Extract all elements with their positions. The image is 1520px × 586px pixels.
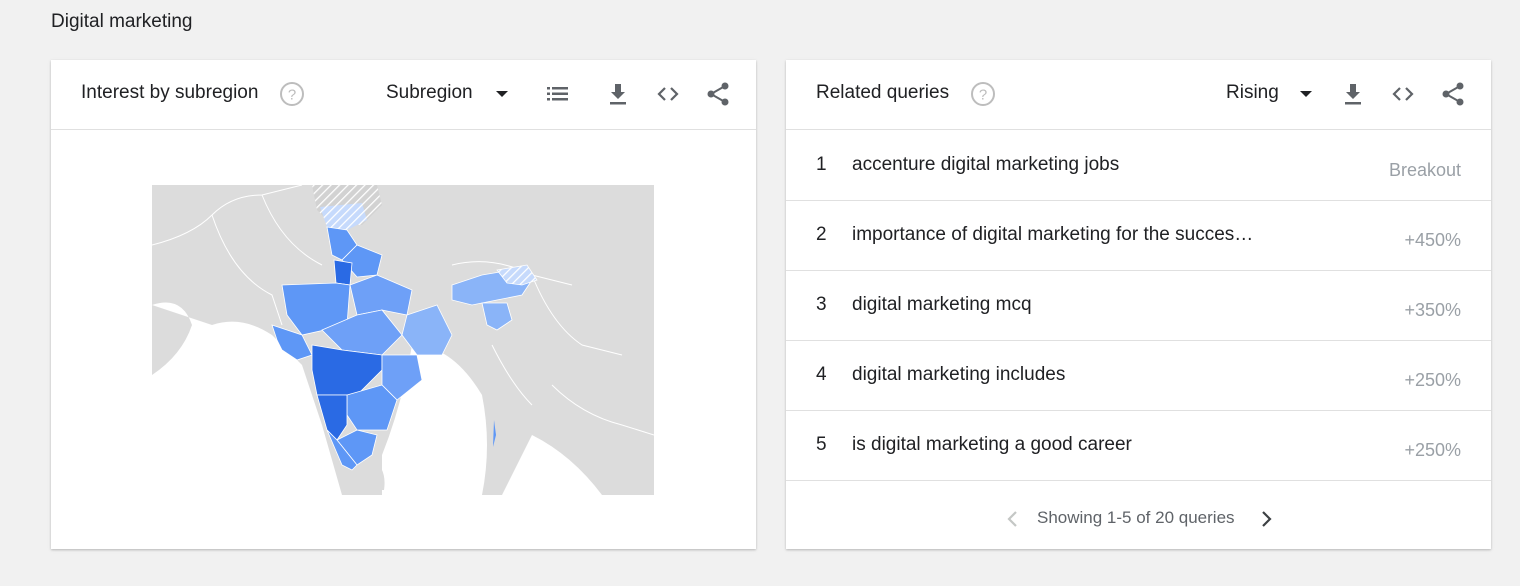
query-rank: 1 [816, 154, 827, 175]
rising-dropdown[interactable]: Rising [1226, 82, 1279, 104]
card-header: Interest by subregion ? Subregion [51, 60, 756, 130]
query-value: +450% [1404, 230, 1461, 250]
query-text[interactable]: digital marketing mcq [852, 294, 1032, 316]
chevron-left-icon[interactable] [1002, 508, 1024, 530]
query-text[interactable]: importance of digital marketing for the … [852, 224, 1253, 246]
query-rank: 5 [816, 434, 827, 455]
download-icon[interactable] [1340, 81, 1366, 107]
help-icon[interactable]: ? [279, 81, 305, 107]
query-text[interactable]: is digital marketing a good career [852, 434, 1132, 456]
query-rank: 2 [816, 224, 827, 245]
query-value: Breakout [1388, 160, 1461, 180]
pagination-text: Showing 1-5 of 20 queries [1037, 508, 1235, 527]
card-title: Interest by subregion [81, 82, 259, 103]
card-header: Related queries ? Rising [786, 60, 1491, 130]
query-row[interactable]: 5 is digital marketing a good career +25… [786, 410, 1491, 481]
embed-icon[interactable] [655, 81, 681, 107]
share-icon[interactable] [705, 81, 731, 107]
card-title: Related queries [816, 82, 950, 103]
region-delhi [333, 259, 353, 286]
chevron-right-icon[interactable] [1255, 508, 1277, 530]
interest-by-subregion-card: Interest by subregion ? Subregion [51, 60, 756, 549]
embed-icon[interactable] [1390, 81, 1416, 107]
query-value: +250% [1404, 370, 1461, 390]
svg-text:?: ? [288, 87, 296, 104]
query-row[interactable]: 2 importance of digital marketing for th… [786, 200, 1491, 271]
download-icon[interactable] [605, 81, 631, 107]
query-rank: 4 [816, 364, 827, 385]
subregion-dropdown[interactable]: Subregion [386, 82, 473, 104]
pagination: Showing 1-5 of 20 queries [786, 506, 1491, 536]
help-icon[interactable]: ? [970, 81, 996, 107]
share-icon[interactable] [1440, 81, 1466, 107]
svg-text:?: ? [979, 87, 987, 104]
related-queries-card: Related queries ? Rising 1 accenture dig… [786, 60, 1491, 549]
query-row[interactable]: 1 accenture digital marketing jobs Break… [786, 130, 1491, 201]
query-rank: 3 [816, 294, 827, 315]
query-text[interactable]: accenture digital marketing jobs [852, 154, 1119, 176]
subregion-map[interactable] [152, 185, 654, 495]
section-title: Digital marketing [51, 11, 193, 32]
query-row[interactable]: 3 digital marketing mcq +350% [786, 270, 1491, 341]
list-icon[interactable] [545, 81, 571, 107]
chevron-down-icon[interactable] [1300, 91, 1312, 97]
query-text[interactable]: digital marketing includes [852, 364, 1065, 386]
chevron-down-icon[interactable] [496, 91, 508, 97]
query-value: +350% [1404, 300, 1461, 320]
query-value: +250% [1404, 440, 1461, 460]
query-row[interactable]: 4 digital marketing includes +250% [786, 340, 1491, 411]
